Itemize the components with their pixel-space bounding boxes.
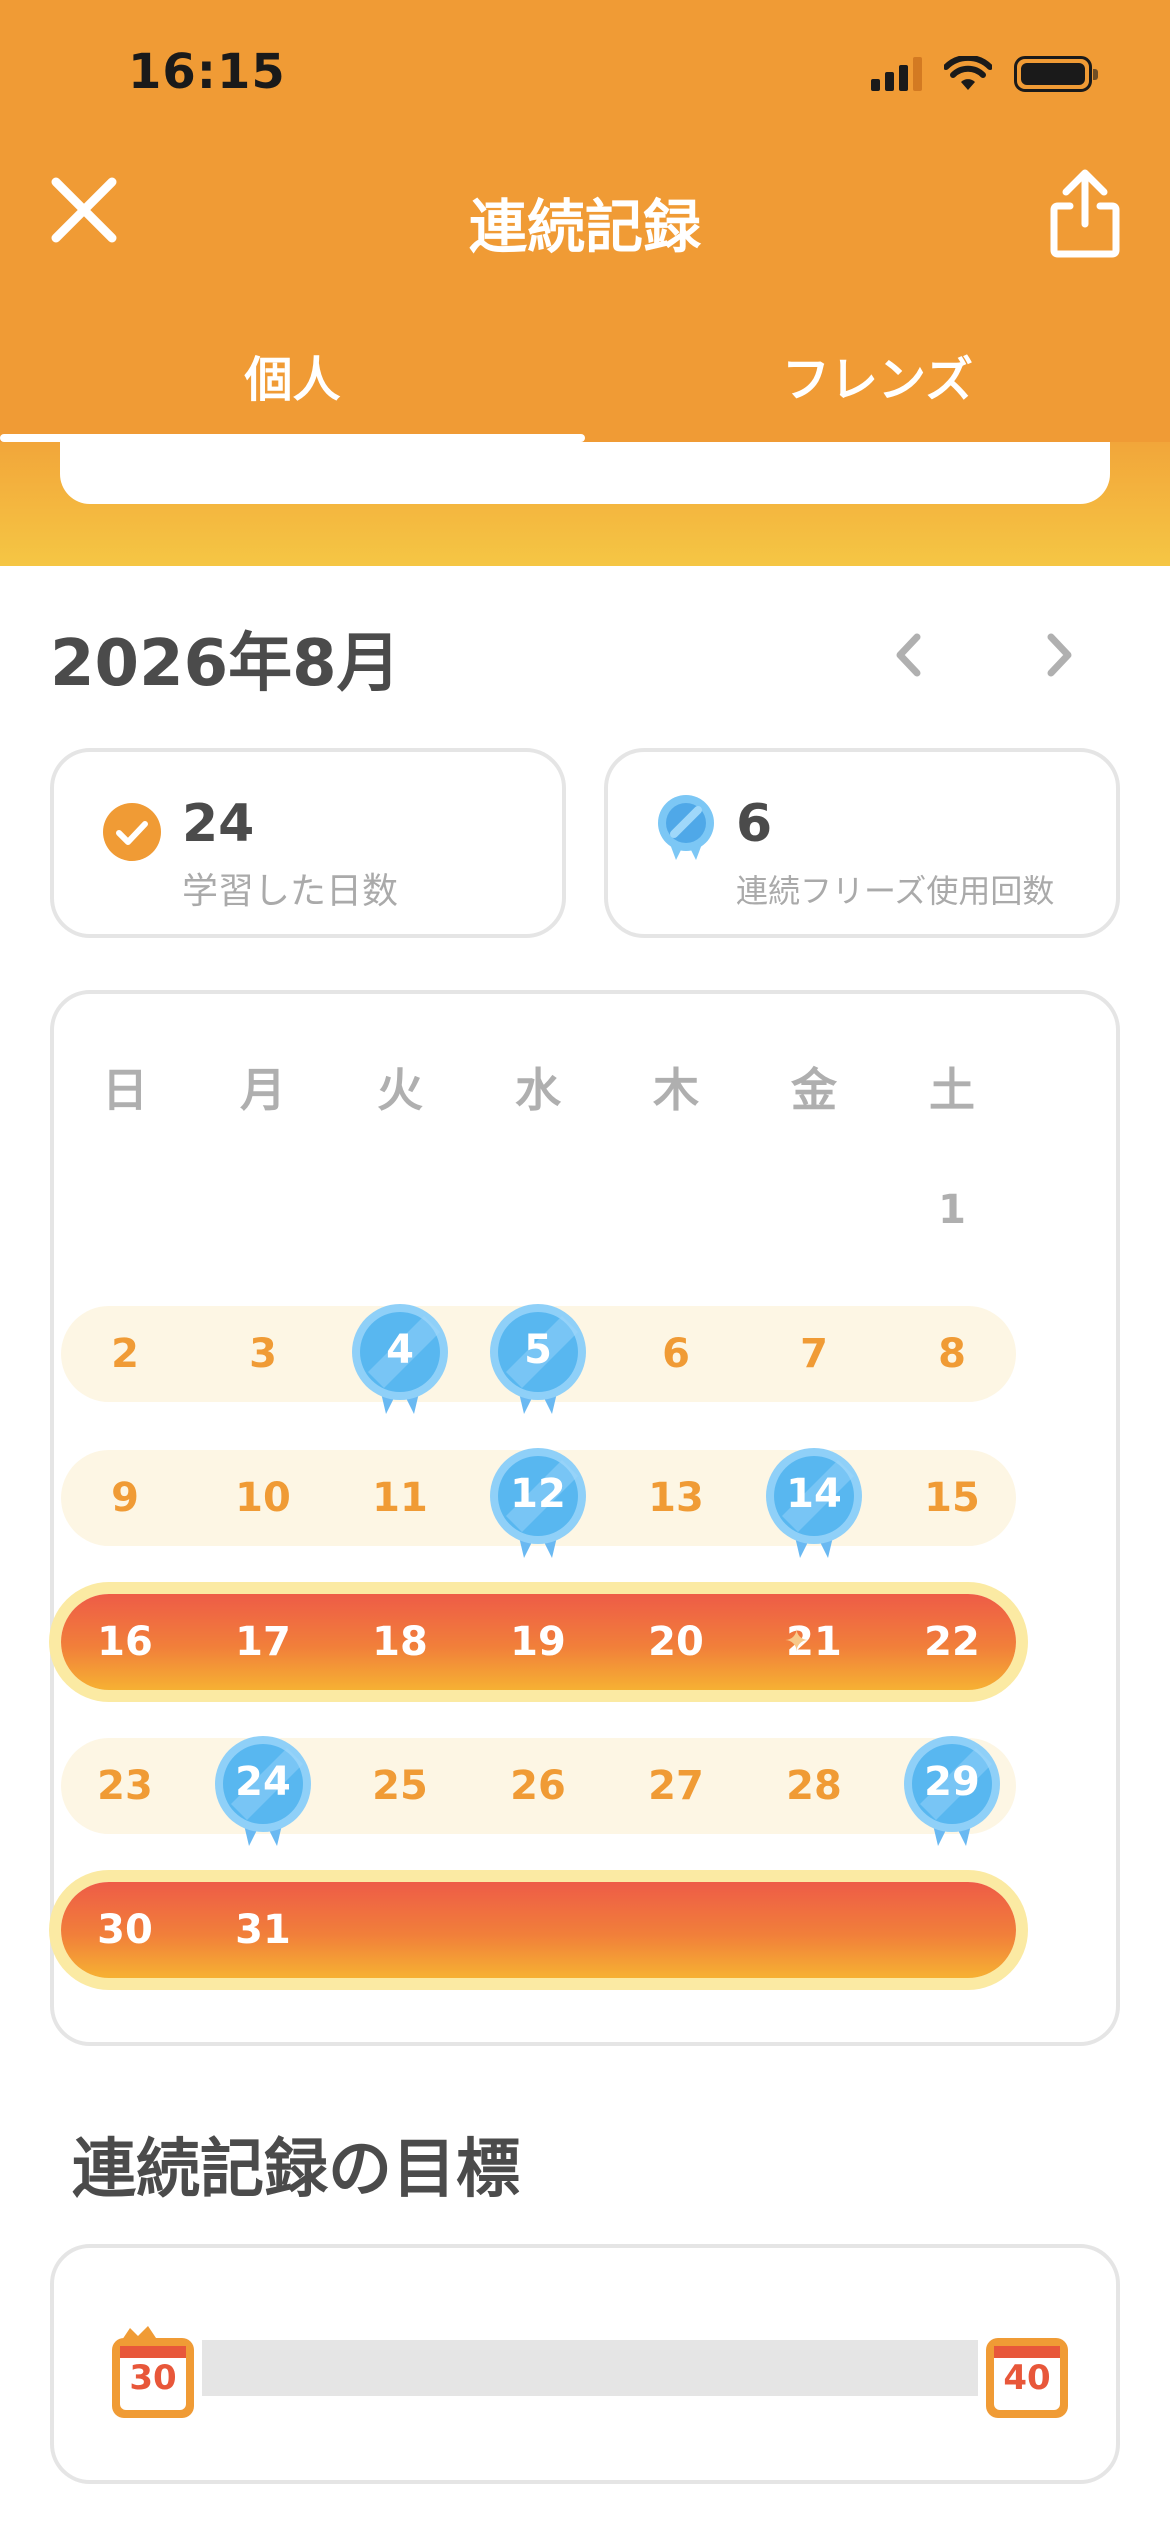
weekday-label: 木 [653,1063,699,1117]
calendar-day[interactable]: 20 [626,1594,726,1690]
battery-icon [1014,56,1098,92]
calendar-day[interactable]: 6 [626,1306,726,1402]
calendar-day-number: 5 [524,1327,552,1373]
calendar-day[interactable]: 13 [626,1450,726,1546]
goal-start-value: 30 [129,2358,177,2398]
calendar-day-number: 29 [924,1759,980,1805]
streak-week-highlight [61,1882,1016,1978]
header: 16:15 連続記録 個人 フレンズ [0,0,1170,442]
calendar-day-number: 12 [510,1471,566,1517]
calendar-day[interactable]: 8 [902,1306,1002,1402]
calendar-day-freeze[interactable]: 12 [488,1446,588,1562]
status-time: 16:15 [128,44,286,100]
calendar-day[interactable]: 26 [488,1738,588,1834]
goal-progress-bar [202,2340,978,2396]
weekday-label: 土 [929,1063,975,1117]
sparkle-icon: ✦ [784,1624,810,1659]
tab-friends[interactable]: フレンズ [585,330,1170,442]
share-icon [1050,169,1120,258]
freeze-used-label: 連続フリーズ使用回数 [736,872,1055,910]
goal-card: 30 40 [50,2244,1120,2484]
check-circle-icon [103,803,161,861]
calendar-day[interactable]: 17 [213,1594,313,1690]
calendar: 日月火水木金土 1 2 3 4 5 6 7 8 9 10 11 12 13 14 15 16 17 18 19 20 21… [50,990,1120,2046]
banner-card [60,442,1110,504]
signal-icon [871,57,922,91]
calendar-day[interactable]: 16 [75,1594,175,1690]
calendar-day[interactable]: 7 [764,1306,864,1402]
calendar-day[interactable]: 3 [213,1306,313,1402]
calendar-day[interactable]: 2 [75,1306,175,1402]
goal-end-calendar-icon: 40 [982,2324,1072,2420]
calendar-day[interactable]: 10 [213,1450,313,1546]
status-icons [871,56,1098,92]
weekday-label: 水 [515,1063,561,1117]
tab-personal[interactable]: 個人 [0,330,585,442]
streak-freeze-icon [658,795,714,860]
weekday-label: 金 [791,1063,837,1117]
chevron-right-icon [1047,633,1072,677]
freeze-used-value: 6 [736,794,773,854]
calendar-day-number: 14 [786,1471,842,1517]
chevron-left-icon [896,633,921,677]
calendar-day-number: 4 [386,1327,414,1373]
days-learned-card: 24 学習した日数 [50,748,566,938]
page-title: 連続記録 [468,193,701,261]
calendar-day[interactable]: 27 [626,1738,726,1834]
goal-end-value: 40 [1003,2358,1051,2398]
prev-month-button[interactable] [878,620,938,690]
days-learned-label: 学習した日数 [182,871,399,912]
weekday-label: 火 [377,1063,423,1117]
calendar-day[interactable]: 23 [75,1738,175,1834]
wifi-icon [944,56,992,90]
calendar-day[interactable]: 19 [488,1594,588,1690]
calendar-day-freeze[interactable]: 24 [213,1734,313,1850]
calendar-day[interactable]: 11 [350,1450,450,1546]
weekday-label: 月 [240,1063,286,1117]
days-learned-value: 24 [182,794,255,854]
share-button[interactable] [1040,164,1130,264]
calendar-day[interactable]: 28 [764,1738,864,1834]
calendar-day-freeze[interactable]: 14 [764,1446,864,1562]
calendar-day[interactable]: 18 [350,1594,450,1690]
weekday-label: 日 [102,1063,148,1117]
month-title: 2026年8月 [50,627,401,701]
calendar-day[interactable]: 21 [764,1594,864,1690]
calendar-day-freeze[interactable]: 29 [902,1734,1002,1850]
calendar-day[interactable]: 25 [350,1738,450,1834]
calendar-day[interactable]: 1 [902,1162,1002,1258]
next-month-button[interactable] [1030,620,1090,690]
calendar-day-freeze[interactable]: 5 [488,1302,588,1418]
calendar-day[interactable]: 31 [213,1882,313,1978]
calendar-day[interactable]: 15 [902,1450,1002,1546]
calendar-day-number: 24 [235,1759,291,1805]
calendar-day[interactable]: 9 [75,1450,175,1546]
freeze-used-card: 6 連続フリーズ使用回数 [604,748,1120,938]
calendar-day[interactable]: 30 [75,1882,175,1978]
calendar-day-freeze[interactable]: 4 [350,1302,450,1418]
banner [0,442,1170,566]
calendar-day[interactable]: 22 [902,1594,1002,1690]
goal-start-calendar-icon: 30 [108,2324,198,2420]
goal-title: 連続記録の目標 [72,2133,520,2207]
tab-bar: 個人 フレンズ [0,330,1170,442]
